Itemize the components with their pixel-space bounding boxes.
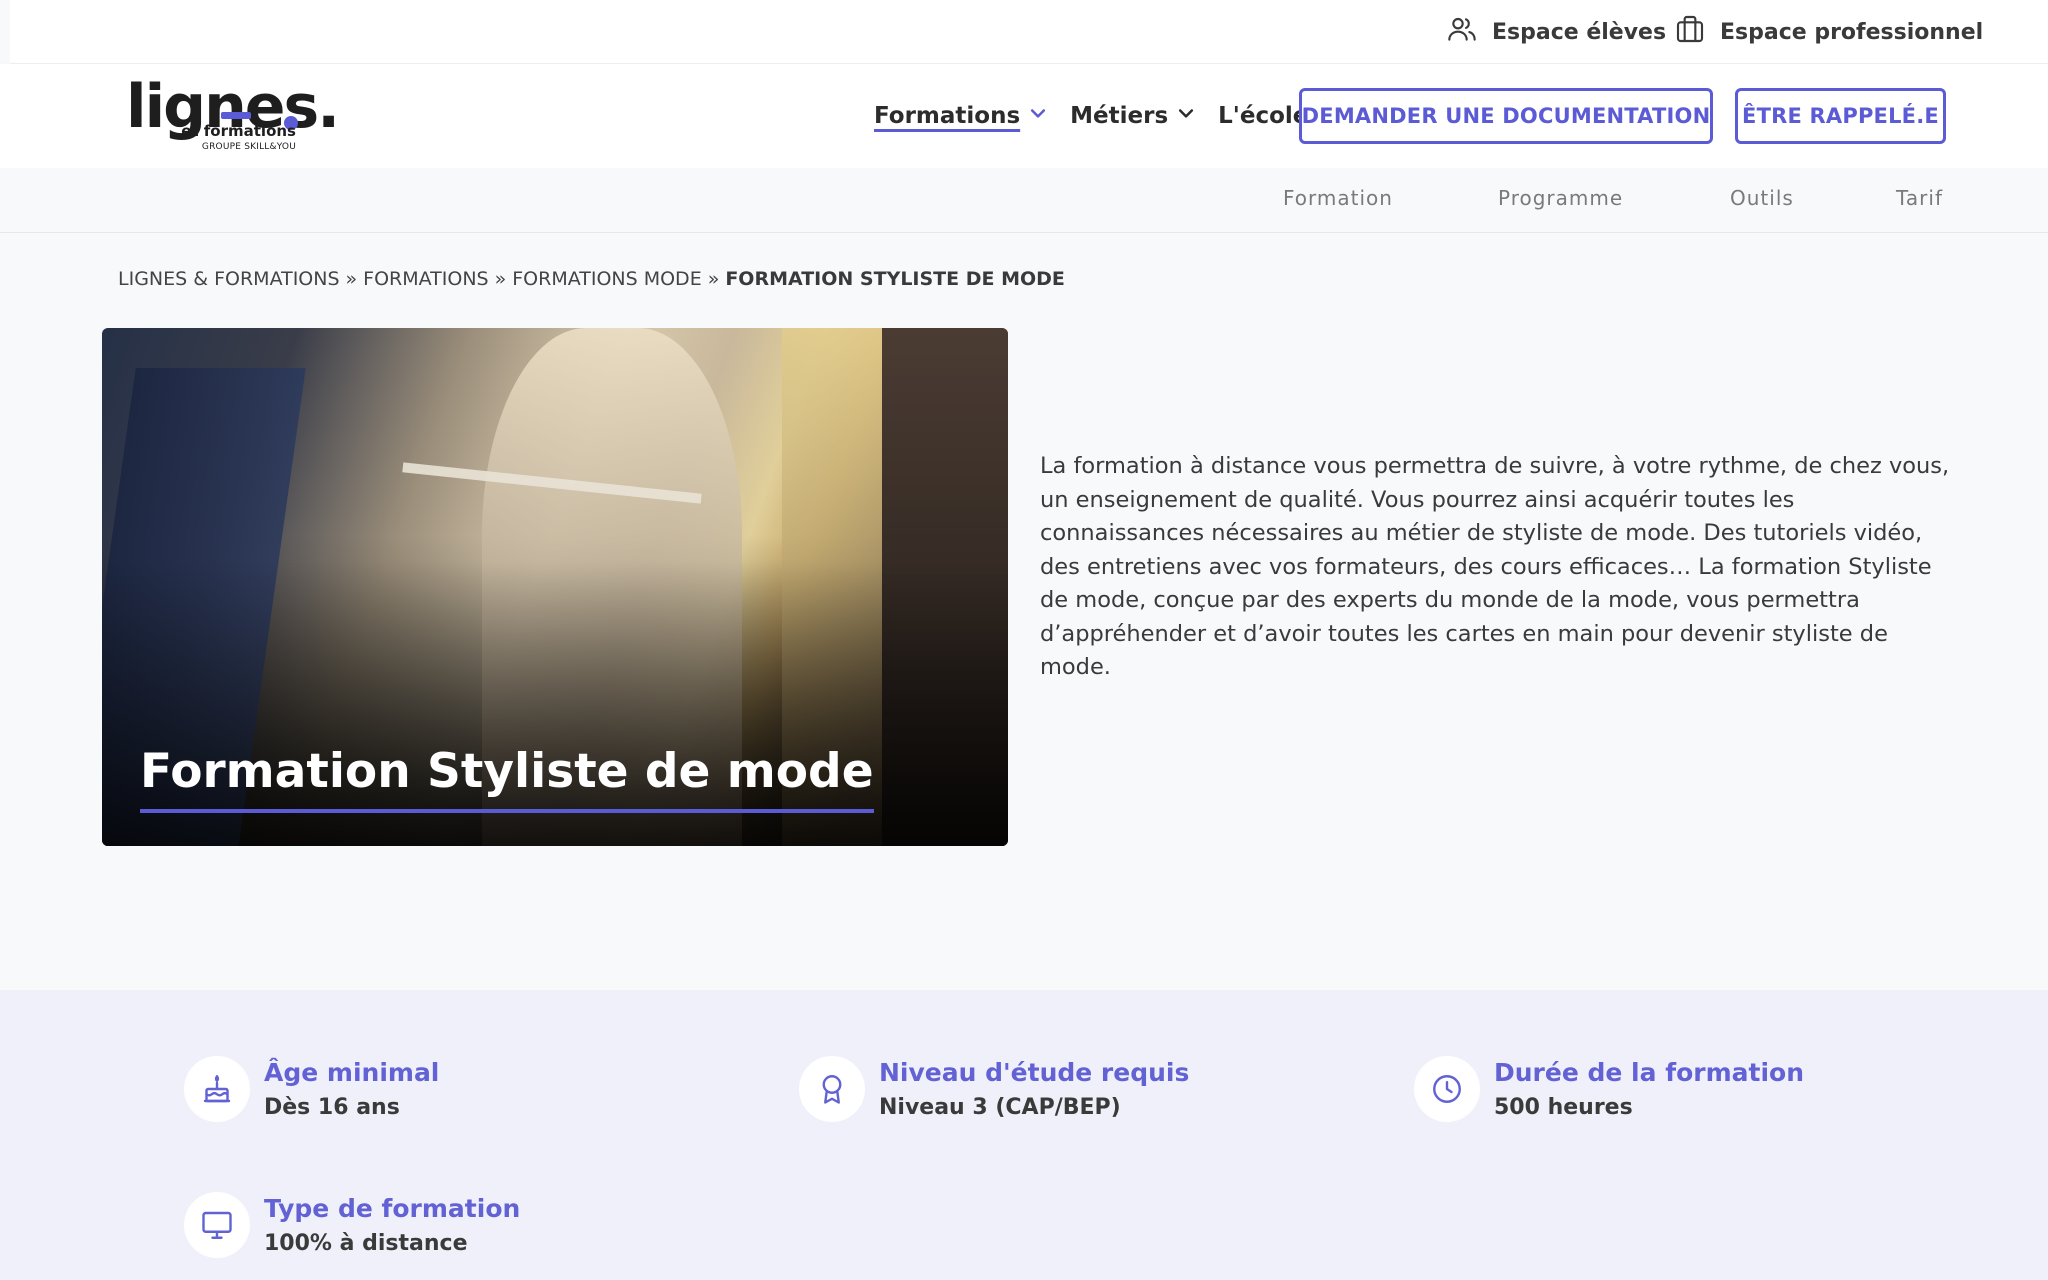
page-title: Formation Styliste de mode (140, 744, 874, 813)
callback-button[interactable]: ÊTRE RAPPELÉ.E (1735, 88, 1946, 144)
breadcrumb-formations[interactable]: FORMATIONS (363, 268, 488, 290)
info-label: Type de formation (264, 1194, 521, 1223)
breadcrumb: LIGNES & FORMATIONS » FORMATIONS » FORMA… (118, 268, 1065, 290)
students-area-link[interactable]: Espace élèves (1446, 14, 1666, 50)
nav-item-label: L'école (1218, 103, 1309, 129)
breadcrumb-separator: » (707, 268, 720, 290)
chevron-down-icon (1028, 103, 1048, 129)
cake-icon (184, 1056, 250, 1122)
nav-item-ecole[interactable]: L'école (1218, 103, 1308, 129)
info-min-age: Âge minimal Dès 16 ans (184, 1056, 439, 1122)
breadcrumb-formations-mode[interactable]: FORMATIONS MODE (512, 268, 701, 290)
request-documentation-button[interactable]: DEMANDER UNE DOCUMENTATION (1299, 88, 1713, 144)
subnav-programme[interactable]: Programme (1498, 186, 1623, 210)
award-icon (799, 1056, 865, 1122)
logo-group: GROUPE SKILL&YOU (201, 142, 296, 152)
chevron-down-icon (1176, 103, 1196, 129)
breadcrumb-separator: » (494, 268, 507, 290)
subnav-formation[interactable]: Formation (1283, 186, 1393, 210)
logo-accent-bar (221, 112, 251, 119)
info-training-type: Type de formation 100% à distance (184, 1192, 520, 1258)
info-value: Dès 16 ans (264, 1095, 400, 1120)
nav-item-metiers[interactable]: Métiers (1070, 103, 1196, 129)
nav-item-formations[interactable]: Formations (874, 103, 1048, 129)
info-label: Âge minimal (264, 1058, 440, 1087)
professional-area-link[interactable]: Espace professionnel (1674, 14, 1983, 50)
subnav-tarif[interactable]: Tarif (1896, 186, 1943, 210)
info-required-level: Niveau d'étude requis Niveau 3 (CAP/BEP) (799, 1056, 1189, 1122)
professional-area-label: Espace professionnel (1720, 19, 1984, 45)
info-label: Durée de la formation (1494, 1058, 1804, 1087)
monitor-icon (184, 1192, 250, 1258)
site-logo[interactable]: lignes. et formations GROUPE SKILL&YOU (126, 72, 340, 162)
main-header: lignes. et formations GROUPE SKILL&YOU F… (0, 64, 2048, 168)
section-subnav: Formation Programme Outils Tarif (0, 168, 2048, 233)
intro-paragraph: La formation à distance vous permettra d… (1040, 453, 1950, 680)
students-area-label: Espace élèves (1492, 19, 1667, 45)
info-value: 500 heures (1494, 1095, 1633, 1120)
briefcase-icon (1674, 13, 1706, 51)
info-value: Niveau 3 (CAP/BEP) (879, 1095, 1121, 1120)
users-icon (1446, 13, 1478, 51)
nav-item-label: Formations (874, 103, 1021, 129)
breadcrumb-current: FORMATION STYLISTE DE MODE (725, 268, 1065, 290)
main-nav: Formations Métiers L'école (874, 96, 1308, 136)
info-value: 100% à distance (264, 1231, 468, 1256)
breadcrumb-home[interactable]: LIGNES & FORMATIONS (118, 268, 340, 290)
info-label: Niveau d'étude requis (879, 1058, 1190, 1087)
info-duration: Durée de la formation 500 heures (1414, 1056, 1804, 1122)
clock-icon (1414, 1056, 1480, 1122)
nav-item-label: Métiers (1070, 103, 1169, 129)
logo-subtitle: et formations (181, 122, 296, 140)
subnav-outils[interactable]: Outils (1730, 186, 1794, 210)
top-utility-bar: Espace élèves Espace professionnel (10, 0, 2048, 64)
hero-image: Formation Styliste de mode (102, 328, 1008, 846)
breadcrumb-separator: » (345, 268, 358, 290)
